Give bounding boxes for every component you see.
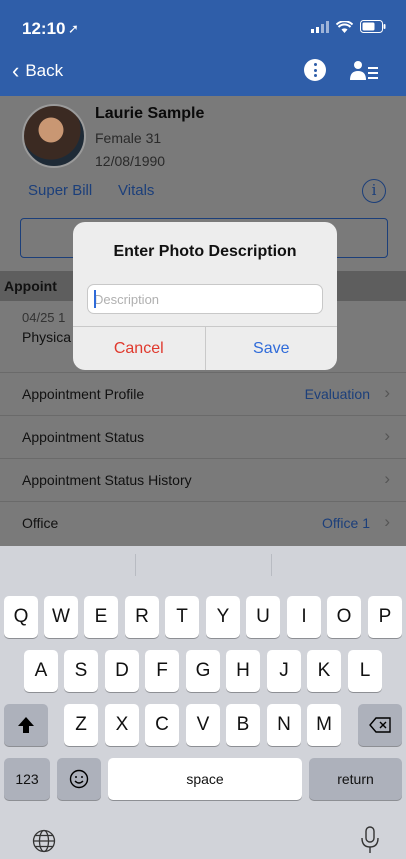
key-t[interactable]: T bbox=[165, 596, 199, 638]
chevron-left-icon: ‹ bbox=[12, 58, 20, 83]
key-d[interactable]: D bbox=[105, 650, 139, 692]
row-value: Office 1 bbox=[322, 515, 370, 531]
status-time: 12:10 bbox=[22, 19, 66, 38]
suggestion-bar bbox=[0, 546, 406, 582]
backspace-icon bbox=[369, 717, 391, 733]
battery-icon bbox=[360, 20, 386, 33]
key-k[interactable]: K bbox=[307, 650, 341, 692]
dialog-actions: Cancel Save bbox=[73, 326, 337, 370]
chevron-right-icon: › bbox=[384, 512, 390, 531]
suggestion-divider bbox=[135, 554, 136, 576]
globe-icon[interactable] bbox=[32, 829, 56, 853]
cancel-button[interactable]: Cancel bbox=[73, 327, 206, 370]
key-g[interactable]: G bbox=[186, 650, 220, 692]
key-u[interactable]: U bbox=[246, 596, 280, 638]
vitals-link[interactable]: Vitals bbox=[118, 182, 154, 199]
row-value: Evaluation bbox=[304, 386, 370, 402]
key-z[interactable]: Z bbox=[64, 704, 98, 746]
key-h[interactable]: H bbox=[226, 650, 260, 692]
key-o[interactable]: O bbox=[327, 596, 361, 638]
key-q[interactable]: Q bbox=[4, 596, 38, 638]
appointment-status-history-row[interactable]: Appointment Status History › bbox=[0, 458, 406, 501]
key-n[interactable]: N bbox=[267, 704, 301, 746]
key-e[interactable]: E bbox=[84, 596, 118, 638]
suggestion-divider bbox=[271, 554, 272, 576]
super-bill-link[interactable]: Super Bill bbox=[28, 182, 92, 199]
key-b[interactable]: B bbox=[226, 704, 260, 746]
patient-dob: 12/08/1990 bbox=[95, 153, 166, 169]
key-w[interactable]: W bbox=[44, 596, 78, 638]
signal-icon bbox=[311, 20, 329, 33]
key-f[interactable]: F bbox=[145, 650, 179, 692]
key-c[interactable]: C bbox=[145, 704, 179, 746]
row-label: Appointment Profile bbox=[22, 386, 145, 402]
patient-name: Laurie Sample bbox=[95, 105, 205, 122]
nav-bar: ‹ Back bbox=[0, 52, 406, 92]
info-icon[interactable]: i bbox=[362, 179, 386, 203]
status-bar: 12:10 ➚ bbox=[0, 0, 406, 44]
emoji-icon bbox=[69, 769, 89, 789]
key-m[interactable]: M bbox=[307, 704, 341, 746]
chevron-right-icon: › bbox=[384, 426, 390, 445]
key-p[interactable]: P bbox=[368, 596, 402, 638]
key-a[interactable]: A bbox=[24, 650, 58, 692]
key-j[interactable]: J bbox=[267, 650, 301, 692]
key-y[interactable]: Y bbox=[206, 596, 240, 638]
office-row[interactable]: Office Office 1 › bbox=[0, 501, 406, 544]
back-button[interactable]: ‹ Back bbox=[12, 58, 64, 83]
shift-key[interactable] bbox=[4, 704, 48, 746]
appointment-section-title: Appoint bbox=[4, 278, 57, 294]
appointment-date: 04/25 1 bbox=[22, 310, 66, 325]
location-arrow-icon: ➚ bbox=[68, 21, 79, 36]
wifi-icon bbox=[336, 20, 353, 33]
photo-description-dialog: Enter Photo Description Cancel Save bbox=[73, 222, 337, 370]
save-button[interactable]: Save bbox=[206, 327, 338, 370]
app-header: 12:10 ➚ ‹ Back bbox=[0, 0, 406, 96]
back-label: Back bbox=[25, 61, 64, 80]
emoji-key[interactable] bbox=[57, 758, 101, 800]
key-i[interactable]: I bbox=[287, 596, 321, 638]
microphone-icon[interactable] bbox=[360, 826, 380, 854]
description-input[interactable] bbox=[87, 284, 323, 314]
key-x[interactable]: X bbox=[105, 704, 139, 746]
dialog-title: Enter Photo Description bbox=[113, 243, 297, 260]
key-r[interactable]: R bbox=[125, 596, 159, 638]
chevron-right-icon: › bbox=[384, 469, 390, 488]
key-v[interactable]: V bbox=[186, 704, 220, 746]
key-l[interactable]: L bbox=[348, 650, 382, 692]
space-key[interactable]: space bbox=[108, 758, 302, 800]
row-label: Appointment Status History bbox=[22, 472, 192, 488]
appointment-status-row[interactable]: Appointment Status › bbox=[0, 415, 406, 458]
patient-gender-age: Female 31 bbox=[95, 130, 162, 146]
row-label: Office bbox=[22, 515, 59, 531]
text-caret bbox=[94, 290, 96, 308]
patient-profile-icon[interactable] bbox=[350, 60, 378, 82]
more-options-icon[interactable] bbox=[304, 59, 326, 81]
key-s[interactable]: S bbox=[64, 650, 98, 692]
appointment-profile-row[interactable]: Appointment Profile Evaluation › bbox=[0, 372, 406, 415]
backspace-key[interactable] bbox=[358, 704, 402, 746]
keyboard: Q W E R T Y U I O P A S D F G H J K L Z … bbox=[0, 546, 406, 859]
appointment-type: Physica bbox=[22, 329, 72, 345]
return-key[interactable]: return bbox=[309, 758, 402, 800]
status-icons bbox=[311, 20, 386, 33]
patient-avatar bbox=[22, 104, 86, 168]
row-label: Appointment Status bbox=[22, 429, 145, 445]
chevron-right-icon: › bbox=[384, 383, 390, 402]
shift-icon bbox=[18, 717, 34, 733]
numbers-key[interactable]: 123 bbox=[4, 758, 50, 800]
